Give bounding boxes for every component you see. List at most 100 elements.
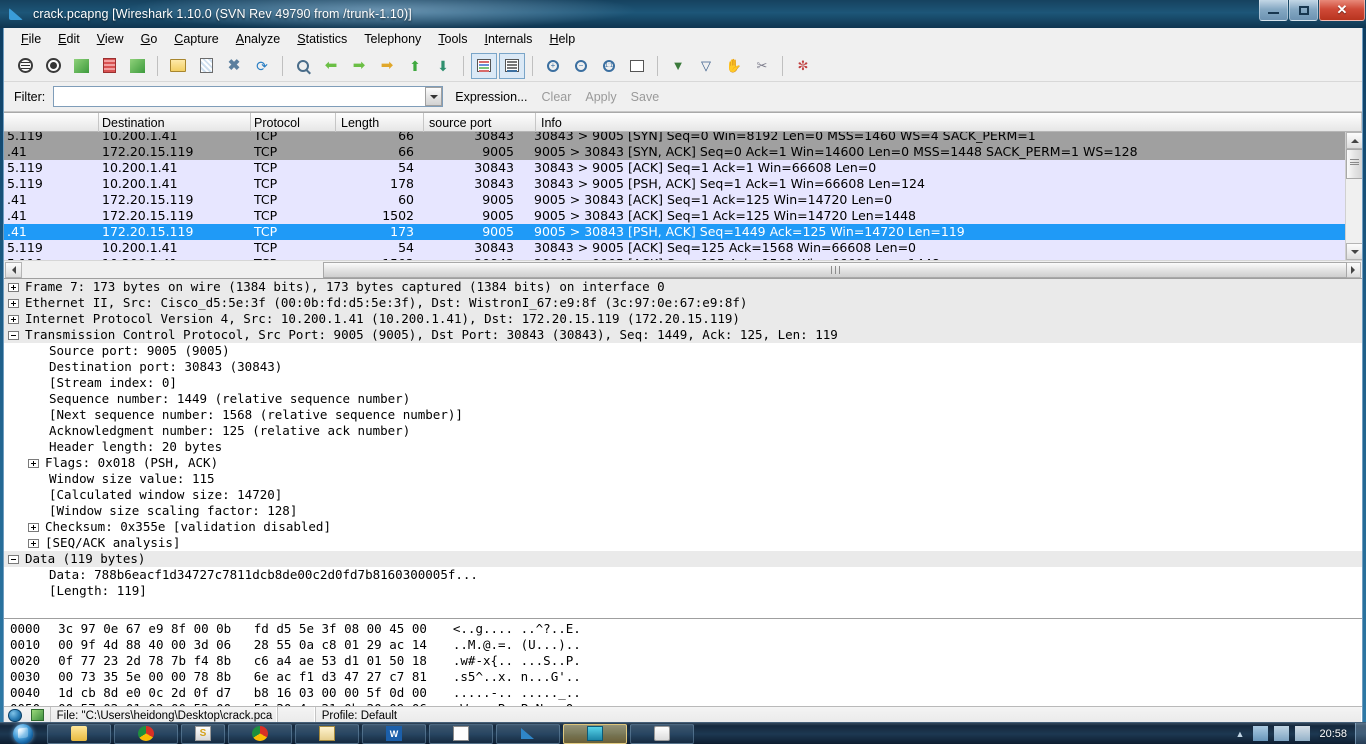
taskbar-clock[interactable]: 20:58 <box>1319 728 1347 740</box>
collapse-icon[interactable] <box>8 554 19 564</box>
expand-icon[interactable] <box>8 298 19 308</box>
detail-row[interactable]: Data: 788b6eacf1d34727c7811dcb8de00c2d0f… <box>4 567 1362 583</box>
table-row[interactable]: .41 172.20.15.119 TCP 1502 9005 9005 > 3… <box>4 208 1362 224</box>
detail-row[interactable]: Ethernet II, Src: Cisco_d5:5e:3f (00:0b:… <box>4 295 1362 311</box>
taskbar-item-sogou[interactable]: S <box>181 723 225 744</box>
taskbar-item-paint[interactable] <box>630 723 694 744</box>
go-first-packet-icon[interactable]: ⬆ <box>402 53 428 79</box>
detail-row[interactable]: [Window size scaling factor: 128] <box>4 503 1362 519</box>
detail-row[interactable]: Internet Protocol Version 4, Src: 10.200… <box>4 311 1362 327</box>
detail-row-seq-ack-analysis[interactable]: [SEQ/ACK analysis] <box>4 535 1362 551</box>
restart-capture-icon[interactable] <box>124 53 150 79</box>
detail-row-data[interactable]: Data (119 bytes) <box>4 551 1362 567</box>
resize-columns-icon[interactable] <box>624 53 650 79</box>
column-header-source-port[interactable]: source port <box>424 113 536 132</box>
preferences-icon[interactable]: ✂ <box>749 53 775 79</box>
maximize-button[interactable] <box>1289 0 1318 21</box>
apply-filter-button[interactable]: Apply <box>585 90 616 104</box>
clear-filter-button[interactable]: Clear <box>542 90 572 104</box>
detail-row[interactable]: Destination port: 30843 (30843) <box>4 359 1362 375</box>
expand-icon[interactable] <box>28 458 39 468</box>
menu-view[interactable]: View <box>89 30 133 48</box>
taskbar-item-file-manager[interactable] <box>295 723 359 744</box>
expand-icon[interactable] <box>28 538 39 548</box>
taskbar-item-explorer[interactable] <box>47 723 111 744</box>
scrollbar-thumb[interactable] <box>1346 149 1362 179</box>
detail-row[interactable]: Sequence number: 1449 (relative sequence… <box>4 391 1362 407</box>
save-filter-button[interactable]: Save <box>631 90 660 104</box>
minimize-button[interactable] <box>1259 0 1288 21</box>
hscrollbar-thumb[interactable] <box>323 261 1347 278</box>
zoom-reset-icon[interactable]: 1:1 <box>596 53 622 79</box>
table-row[interactable]: .41 172.20.15.119 TCP 66 9005 9005 > 308… <box>4 144 1362 160</box>
packet-list-vertical-scrollbar[interactable] <box>1345 132 1362 260</box>
start-capture-icon[interactable] <box>68 53 94 79</box>
detail-row-tcp[interactable]: Transmission Control Protocol, Src Port:… <box>4 327 1362 343</box>
table-row[interactable]: 5.119 10.200.1.41 TCP 54 30843 30843 > 9… <box>4 240 1362 256</box>
open-file-icon[interactable] <box>165 53 191 79</box>
table-row[interactable]: 5.119 10.200.1.41 TCP 178 30843 30843 > … <box>4 176 1362 192</box>
show-desktop-button[interactable] <box>1355 722 1366 744</box>
close-file-icon[interactable]: ✖ <box>221 53 247 79</box>
menu-capture[interactable]: Capture <box>166 30 227 48</box>
taskbar-item-word[interactable]: W <box>362 723 426 744</box>
column-header-length[interactable]: Length <box>336 113 424 132</box>
display-filters-icon[interactable]: ▽ <box>693 53 719 79</box>
menu-analyze[interactable]: Analyze <box>228 30 289 48</box>
detail-row-checksum[interactable]: Checksum: 0x355e [validation disabled] <box>4 519 1362 535</box>
action-center-icon[interactable] <box>1295 726 1311 741</box>
expression-button[interactable]: Expression... <box>455 90 527 104</box>
network-icon[interactable] <box>1253 726 1269 741</box>
scroll-down-button[interactable] <box>1346 243 1362 260</box>
detail-row[interactable]: Source port: 9005 (9005) <box>4 343 1362 359</box>
column-header-info[interactable]: Info <box>536 113 1362 132</box>
menu-statistics[interactable]: Statistics <box>289 30 356 48</box>
hex-dump-pane[interactable]: 0000 3c 97 0e 67 e9 8f 00 0b fd d5 5e 3f … <box>4 618 1362 706</box>
detail-row[interactable]: [Stream index: 0] <box>4 375 1362 391</box>
coloring-rules-icon[interactable]: ✋ <box>721 53 747 79</box>
packet-detail-pane[interactable]: Frame 7: 173 bytes on wire (1384 bits), … <box>4 278 1362 618</box>
menu-tools[interactable]: Tools <box>430 30 476 48</box>
go-last-packet-icon[interactable]: ⬇ <box>430 53 456 79</box>
capture-options-icon[interactable] <box>40 53 66 79</box>
taskbar-item-notepad[interactable] <box>429 723 493 744</box>
go-to-packet-icon[interactable]: ➡ <box>374 53 400 79</box>
filter-input[interactable] <box>54 88 426 105</box>
stop-capture-icon[interactable] <box>96 53 122 79</box>
expand-icon[interactable] <box>8 314 19 324</box>
filter-input-wrapper[interactable] <box>53 86 444 107</box>
zoom-out-icon[interactable]: − <box>568 53 594 79</box>
detail-row[interactable]: [Length: 119] <box>4 583 1362 599</box>
menu-edit[interactable]: Edit <box>50 30 89 48</box>
help-icon[interactable]: ✼ <box>790 53 816 79</box>
detail-row[interactable]: Acknowledgment number: 125 (relative ack… <box>4 423 1362 439</box>
close-button[interactable]: ✕ <box>1319 0 1365 21</box>
filter-dropdown-button[interactable] <box>425 87 443 106</box>
capture-filters-icon[interactable]: ▼ <box>665 53 691 79</box>
table-row[interactable]: 5.119 10.200.1.41 TCP 54 30843 30843 > 9… <box>4 160 1362 176</box>
find-packet-icon[interactable] <box>290 53 316 79</box>
packet-list-rows[interactable]: 5.119 10.200.1.41 TCP 66 30843 30843 > 9… <box>4 132 1362 260</box>
taskbar-item-chrome-2[interactable] <box>228 723 292 744</box>
colorize-icon[interactable] <box>471 52 497 79</box>
go-forward-icon[interactable]: ➡ <box>346 53 372 79</box>
detail-row[interactable]: [Next sequence number: 1568 (relative se… <box>4 407 1362 423</box>
detail-row-flags[interactable]: Flags: 0x018 (PSH, ACK) <box>4 455 1362 471</box>
scroll-left-button[interactable] <box>5 261 22 278</box>
scroll-up-button[interactable] <box>1346 132 1362 149</box>
save-file-icon[interactable] <box>193 53 219 79</box>
zoom-in-icon[interactable]: + <box>540 53 566 79</box>
packet-list-horizontal-scrollbar[interactable] <box>4 260 1362 278</box>
detail-row[interactable]: Header length: 20 bytes <box>4 439 1362 455</box>
reload-icon[interactable]: ⟳ <box>249 53 275 79</box>
tray-expand-icon[interactable]: ▲ <box>1232 726 1247 741</box>
column-header-protocol[interactable]: Protocol <box>251 113 336 132</box>
start-button[interactable] <box>2 723 44 744</box>
expand-icon[interactable] <box>8 282 19 292</box>
auto-scroll-icon[interactable] <box>499 52 525 79</box>
menu-go[interactable]: Go <box>133 30 167 48</box>
menu-help[interactable]: Help <box>541 30 584 48</box>
hscroll-track[interactable] <box>23 261 1347 278</box>
menu-file[interactable]: FFileile <box>13 30 50 48</box>
go-back-icon[interactable]: ⬅ <box>318 53 344 79</box>
